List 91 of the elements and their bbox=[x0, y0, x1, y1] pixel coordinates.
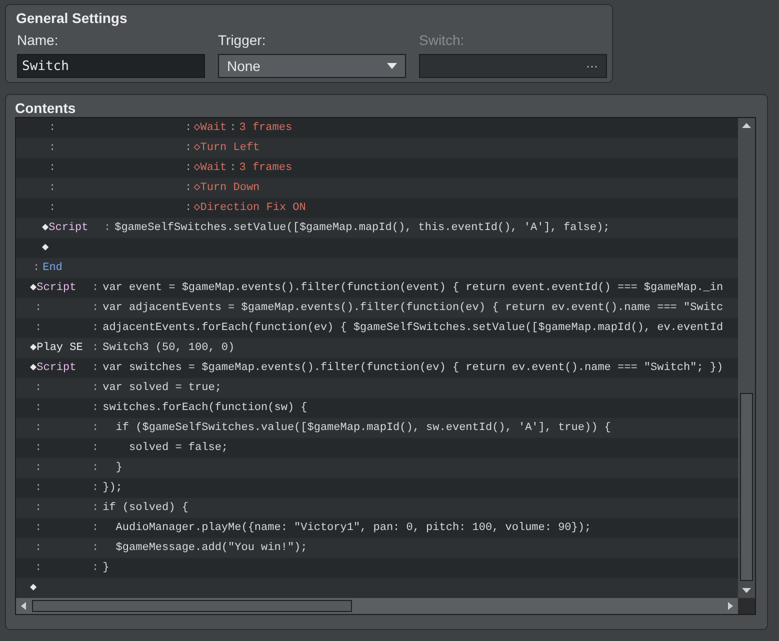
scroll-down-arrow-icon[interactable] bbox=[742, 588, 751, 593]
continuation-mark: : bbox=[35, 502, 42, 514]
continuation-mark: : bbox=[35, 302, 42, 314]
code-line: if ($gameSelfSwitches.value([$gameMap.mapId(), sw.eventId(), 'A'], true)) { bbox=[114, 420, 611, 436]
continuation-mark: : bbox=[35, 422, 42, 434]
panel-title: Contents bbox=[15, 99, 77, 117]
code-line: AudioManager.playMe({name: "Victory1", pan: 0, pitch: 100, volume: 90}); bbox=[114, 520, 592, 536]
continuation-mark: : bbox=[35, 462, 42, 474]
field-label: Name: bbox=[17, 31, 60, 50]
continuation-mark: : bbox=[35, 482, 42, 494]
route-step-text: ◇Turn Left bbox=[194, 140, 260, 156]
name-field[interactable]: Switch bbox=[17, 54, 205, 78]
command-name[interactable]: Script bbox=[48, 220, 88, 236]
continuation-mark: : bbox=[92, 560, 99, 576]
continuation-mark: : bbox=[49, 122, 56, 134]
code-line: var switches = $gameMap.events().filter(function(ev) { return ev.event().name === "Switch"; }) bbox=[102, 360, 724, 376]
command-bullet: ◆ bbox=[30, 340, 37, 356]
continuation-mark: : bbox=[92, 500, 99, 516]
route-step-argument: 3 frames bbox=[239, 120, 292, 136]
continuation-mark: : bbox=[92, 380, 99, 396]
scrollbar-thumb[interactable] bbox=[32, 600, 352, 612]
route-step-text: ◇Wait bbox=[194, 160, 227, 176]
field-label: Trigger: bbox=[218, 31, 267, 50]
code-line: adjacentEvents.forEach(function(ev) { $gameSelfSwitches.setValue([$gameMap.mapId(), ev.eventId bbox=[102, 320, 724, 336]
command-name[interactable]: Script bbox=[36, 280, 76, 296]
command-name[interactable]: Play SE bbox=[36, 340, 83, 356]
horizontal-scrollbar[interactable] bbox=[16, 598, 738, 614]
command-bullet: ◆ bbox=[42, 220, 49, 236]
command-bullet: ◆ bbox=[30, 280, 37, 296]
continuation-mark: : bbox=[49, 162, 56, 174]
scroll-right-arrow-icon[interactable] bbox=[728, 602, 734, 610]
continuation-mark: : bbox=[230, 162, 236, 174]
continuation-mark: : bbox=[92, 400, 99, 416]
continuation-mark: : bbox=[92, 280, 99, 296]
continuation-mark: : bbox=[35, 522, 42, 534]
code-line: Switch3 (50, 100, 0) bbox=[102, 340, 235, 356]
code-line: } bbox=[114, 460, 122, 476]
route-step-argument: 3 frames bbox=[239, 160, 292, 176]
code-line: }); bbox=[102, 480, 122, 496]
field-label: Switch: bbox=[419, 31, 466, 50]
continuation-mark: : bbox=[35, 442, 42, 454]
code-line: var event = $gameMap.events().filter(function(event) { return event.eventId() === $gameMap._in bbox=[102, 280, 724, 296]
scrollbar-corner bbox=[738, 598, 755, 614]
continuation-mark: : bbox=[92, 340, 99, 356]
dropdown-caret-icon bbox=[387, 63, 397, 69]
continuation-mark: : bbox=[92, 300, 99, 316]
continuation-mark: : bbox=[92, 520, 99, 536]
continuation-mark: : bbox=[92, 540, 99, 556]
continuation-mark: : bbox=[230, 122, 236, 134]
continuation-mark: : bbox=[49, 142, 56, 154]
scroll-up-arrow-icon[interactable] bbox=[742, 123, 751, 128]
code-line: switches.forEach(function(sw) { bbox=[102, 400, 308, 416]
route-step-text: ◇Direction Fix ON bbox=[194, 200, 306, 216]
continuation-mark: : bbox=[33, 260, 40, 276]
continuation-mark: : bbox=[92, 320, 99, 336]
continuation-mark: : bbox=[35, 382, 42, 394]
continuation-mark: : bbox=[185, 140, 192, 156]
route-step-text: ◇Turn Down bbox=[194, 180, 260, 196]
continuation-mark: : bbox=[92, 360, 99, 376]
code-line: var adjacentEvents = $gameMap.events().filter(function(ev) { return ev.event().name === "Switc bbox=[102, 300, 724, 316]
continuation-mark: : bbox=[49, 182, 56, 194]
continuation-mark: : bbox=[104, 220, 111, 236]
scrollbar-thumb[interactable] bbox=[740, 393, 753, 581]
code-line: solved = false; bbox=[128, 440, 228, 456]
continuation-mark: : bbox=[185, 120, 192, 136]
continuation-mark: : bbox=[185, 200, 192, 216]
end-label: End bbox=[42, 260, 62, 276]
trigger-select[interactable]: None bbox=[218, 54, 406, 78]
code-line: $gameSelfSwitches.setValue([$gameMap.mapId(), this.eventId(), 'A'], false); bbox=[114, 220, 610, 236]
command-bullet: ◆ bbox=[30, 360, 37, 376]
continuation-mark: : bbox=[35, 542, 42, 554]
continuation-mark: : bbox=[35, 562, 42, 574]
code-line: } bbox=[102, 560, 110, 576]
continuation-mark: : bbox=[92, 460, 99, 476]
panel-title: General Settings bbox=[16, 9, 128, 28]
empty-command-bullet[interactable]: ◆ bbox=[30, 580, 37, 596]
continuation-mark: : bbox=[35, 322, 42, 334]
route-step-text: ◇Wait bbox=[194, 120, 227, 136]
continuation-mark: : bbox=[35, 402, 42, 414]
continuation-mark: : bbox=[185, 180, 192, 196]
code-line: var solved = true; bbox=[102, 380, 222, 396]
command-name[interactable]: Script bbox=[36, 360, 76, 376]
continuation-mark: : bbox=[92, 440, 99, 456]
continuation-mark: : bbox=[49, 202, 56, 214]
scroll-left-arrow-icon[interactable] bbox=[21, 602, 26, 610]
code-line: if (solved) { bbox=[102, 500, 188, 516]
continuation-mark: : bbox=[92, 480, 99, 496]
continuation-mark: : bbox=[92, 420, 99, 436]
empty-command-bullet[interactable]: ◆ bbox=[42, 240, 49, 256]
code-line: $gameMessage.add("You win!"); bbox=[114, 540, 308, 556]
continuation-mark: : bbox=[185, 160, 192, 176]
